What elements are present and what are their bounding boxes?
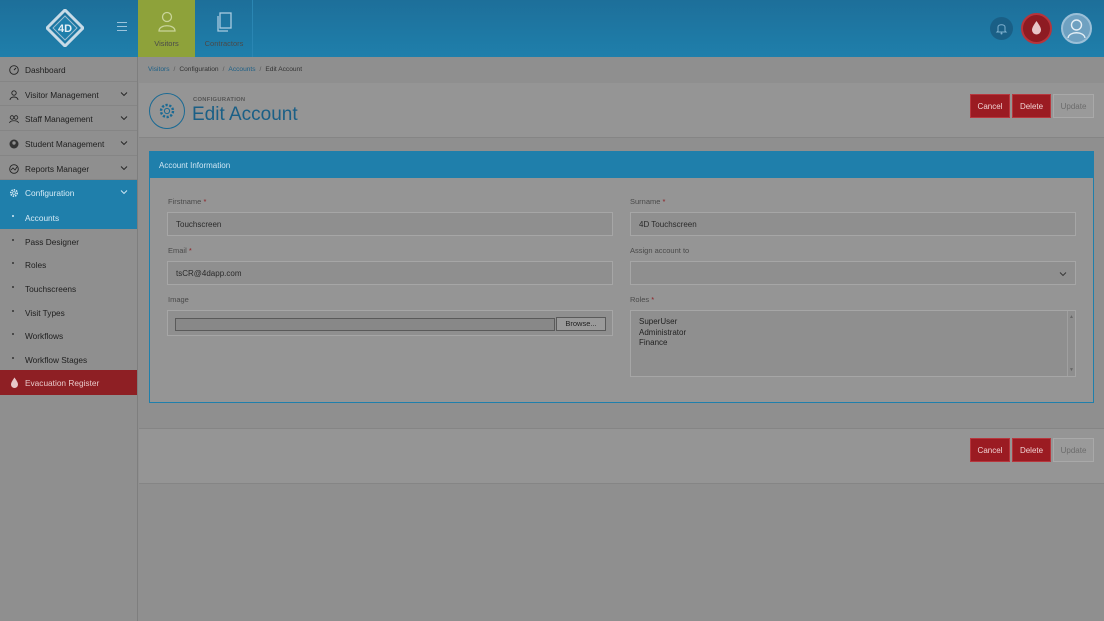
tab-contractors[interactable]: Contractors [196,0,253,57]
evacuation-drop-icon[interactable] [1021,13,1052,44]
email-field[interactable]: tsCR@4dapp.com [167,261,613,285]
sidebar-subitem-label: Touchscreens [25,283,77,294]
surname-label: Surname * [630,197,666,206]
sidebar-subitem-accounts[interactable]: Accounts [0,205,137,229]
roles-label: Roles * [630,295,655,304]
breadcrumb-current: Edit Account [265,66,303,73]
page-footer [139,428,1104,484]
sidebar-item-dashboard[interactable]: Dashboard [0,57,137,82]
sidebar-item-visitor-management[interactable]: Visitor Management [0,82,137,107]
firstname-field[interactable]: Touchscreen [167,212,613,236]
user-icon [158,11,176,32]
chevron-down-icon [1059,272,1067,277]
sidebar-subitem-label: Roles [25,260,47,271]
sidebar-item-label: Evacuation Register [25,378,100,389]
sidebar-subitem-touchscreens[interactable]: Touchscreens [0,276,137,300]
sidebar-subitem-label: Pass Designer [25,236,79,247]
chevron-down-icon [120,141,128,146]
assign-account-label: Assign account to [630,246,690,255]
account-information-panel: Account Information Firstname * Touchscr… [149,151,1094,403]
image-label: Image [168,295,189,304]
sidebar-item-label: Student Management [25,139,105,150]
page-title: Edit Account [192,104,298,125]
page-gear-icon [149,93,185,129]
sidebar-item-staff-management[interactable]: Staff Management [0,106,137,132]
top-bar: 4D Visitors Contractors [0,0,1104,57]
student-icon [9,139,19,149]
image-file-input[interactable] [175,318,555,331]
document-icon [217,12,232,32]
email-label: Email * [168,246,192,255]
breadcrumb-visitors[interactable]: Visitors [148,66,170,73]
sidebar-subitem-workflows[interactable]: Workflows [0,323,137,347]
roles-listbox[interactable]: SuperUser Administrator Finance ▲ ▼ [630,310,1076,377]
update-button[interactable]: Update [1053,94,1094,118]
breadcrumb-configuration: Configuration [179,66,219,73]
sidebar: Dashboard Visitor Management Staff Manag… [0,57,138,621]
update-button-bottom[interactable]: Update [1053,438,1094,462]
sidebar-item-label: Configuration [25,188,75,199]
sidebar-subitem-roles[interactable]: Roles [0,252,137,276]
cancel-button-bottom[interactable]: Cancel [970,438,1010,462]
sidebar-subitem-workflow-stages[interactable]: Workflow Stages [0,347,137,371]
chevron-down-icon [120,91,128,96]
roles-scrollbar[interactable]: ▲ ▼ [1067,311,1075,376]
sidebar-item-student-management[interactable]: Student Management [0,131,137,156]
role-option[interactable]: SuperUser [639,317,1075,328]
sidebar-subitem-visit-types[interactable]: Visit Types [0,300,137,324]
browse-button[interactable]: Browse... [556,317,606,331]
surname-field[interactable]: 4D Touchscreen [630,212,1076,236]
chart-icon [9,163,19,174]
sidebar-item-label: Dashboard [25,65,66,75]
staff-icon [9,115,19,124]
sidebar-item-label: Visitor Management [25,89,99,100]
sidebar-item-label: Staff Management [25,114,93,125]
page-kicker: CONFIGURATION [193,97,246,103]
sidebar-subitem-label: Workflows [25,331,64,342]
sidebar-subitem-label: Accounts [25,213,60,224]
breadcrumb-accounts[interactable]: Accounts [228,66,255,73]
delete-button-bottom[interactable]: Delete [1012,438,1051,462]
image-upload: Browse... [167,310,613,336]
sidebar-subitem-pass-designer[interactable]: Pass Designer [0,229,137,253]
logo-area: 4D [0,0,138,57]
chevron-down-icon [120,190,128,195]
4d-logo[interactable]: 4D [46,9,84,47]
sidebar-item-evacuation-register[interactable]: Evacuation Register [0,370,137,396]
svg-text:4D: 4D [58,23,72,35]
breadcrumb: Visitors / Configuration / Accounts / Edit Acc… [148,66,303,73]
delete-button[interactable]: Delete [1012,94,1051,118]
sidebar-subitem-label: Workflow Stages [25,354,88,365]
chevron-down-icon [120,116,128,121]
sidebar-item-label: Reports Manager [25,163,90,174]
tab-visitors[interactable]: Visitors [138,0,195,57]
firstname-label: Firstname * [168,197,207,206]
user-avatar-icon[interactable] [1061,13,1092,44]
cancel-button[interactable]: Cancel [970,94,1010,118]
role-option[interactable]: Administrator [639,328,1075,339]
assign-account-select[interactable] [630,261,1076,285]
notifications-bell-icon[interactable] [990,17,1013,40]
dashboard-icon [9,65,19,75]
menu-toggle-icon[interactable] [117,22,127,32]
user-icon [9,90,19,100]
sidebar-subitem-label: Visit Types [25,307,65,318]
tab-visitors-label: Visitors [154,39,179,48]
tab-contractors-label: Contractors [204,39,244,48]
sidebar-item-configuration[interactable]: Configuration [0,180,137,206]
role-option[interactable]: Finance [639,338,1075,349]
chevron-down-icon [120,165,128,170]
drop-icon [11,377,18,389]
gear-icon [9,189,19,198]
panel-title: Account Information [150,152,1093,178]
sidebar-item-reports-manager[interactable]: Reports Manager [0,156,137,181]
